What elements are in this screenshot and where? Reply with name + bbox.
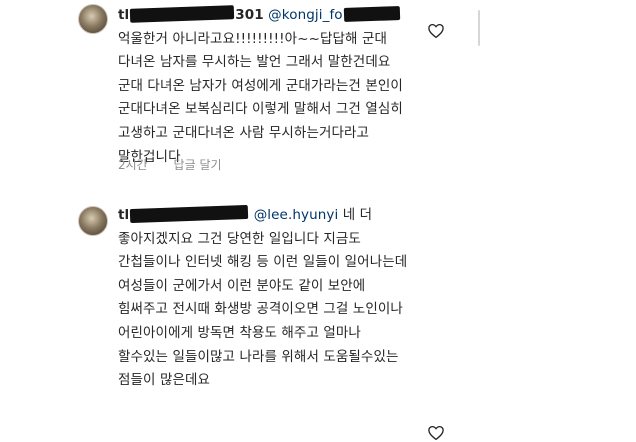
comment-text: 네 더 좋아지겠지요 그건 당연한 일입니다 지금도 간첩들이나 인터넷 해킹 …	[118, 207, 408, 389]
heart-outline-icon[interactable]	[427, 22, 445, 40]
comment-body: tl @lee.hyunyi 네 더 좋아지겠지요 그건 당연한 일입니다 지금…	[118, 204, 414, 393]
username[interactable]: tl	[118, 204, 249, 224]
heart-outline-icon[interactable]	[427, 424, 445, 442]
comment-text: 억울한거 아니라고요!!!!!!!!!아~~답답해 군대 다녀온 남자를 무시하…	[118, 30, 403, 165]
comment-body: tl 301 @kongji_fo 억울한거 아니라고요!!!!!!!!!아~~답…	[118, 4, 414, 169]
avatar[interactable]	[78, 4, 108, 34]
reply-button[interactable]: 답글 달기	[174, 158, 222, 172]
redaction-mark	[343, 6, 400, 22]
redaction-mark	[130, 204, 249, 224]
comment-meta: 2시간 답글 달기	[118, 156, 244, 173]
redaction-mark	[130, 5, 235, 23]
timestamp: 2시간	[118, 158, 148, 172]
mention-link[interactable]: @lee.hyunyi	[254, 207, 339, 223]
mention-link[interactable]: @kongji_fo	[268, 7, 343, 23]
username[interactable]: tl 301	[118, 5, 264, 23]
scrollbar[interactable]	[478, 10, 480, 46]
avatar[interactable]	[78, 206, 108, 236]
